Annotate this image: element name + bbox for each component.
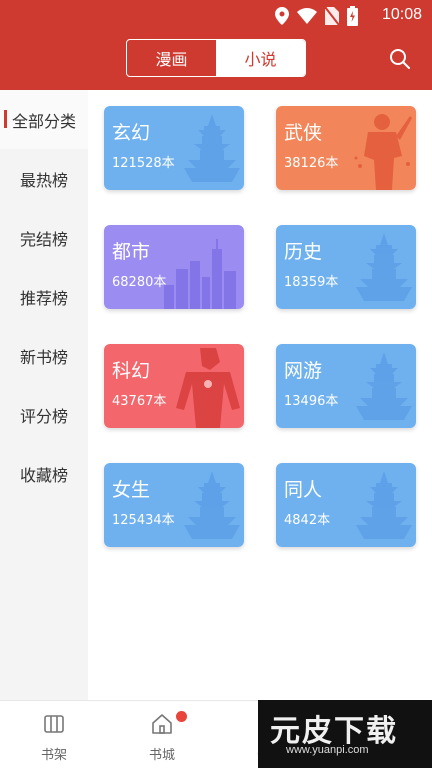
sidebar-item-favorites[interactable]: 收藏榜 <box>0 444 88 503</box>
status-time: 10:08 <box>381 6 422 23</box>
category-count: 43767本 <box>112 394 167 409</box>
no-sim-icon <box>325 7 339 25</box>
battery-charging-icon <box>347 6 358 26</box>
status-icons <box>275 6 358 26</box>
sidebar-item-label: 全部分类 <box>11 111 76 131</box>
nav-label: 书架 <box>40 748 67 763</box>
category-card-dushi[interactable]: 都市 68280本 <box>104 225 244 309</box>
category-title: 同人 <box>284 479 323 501</box>
watermark-overlay: 元皮下载 www.yuanpi.com <box>258 700 432 768</box>
category-card-kehuan[interactable]: 科幻 43767本 <box>104 344 244 428</box>
category-count: 125434本 <box>112 513 175 528</box>
category-title: 武侠 <box>284 122 323 144</box>
category-title: 都市 <box>112 241 151 263</box>
sidebar-item-new-books[interactable]: 新书榜 <box>0 326 88 385</box>
sidebar-item-label: 完结榜 <box>19 229 68 249</box>
notification-badge <box>176 711 187 722</box>
sidebar-item-label: 新书榜 <box>19 347 68 367</box>
category-count: 38126本 <box>284 156 339 171</box>
location-icon <box>275 7 289 25</box>
category-card-wuxia[interactable]: 武侠 38126本 <box>276 106 416 190</box>
content-type-switch: 漫画 小说 <box>126 39 306 77</box>
category-card-wangyou[interactable]: 网游 13496本 <box>276 344 416 428</box>
category-card-xuanhuan[interactable]: 玄幻 121528本 <box>104 106 244 190</box>
wifi-icon <box>297 8 317 24</box>
app-header: 10:08 漫画 小说 <box>0 0 432 90</box>
home-icon <box>152 714 172 734</box>
category-title: 网游 <box>284 360 323 382</box>
sidebar-item-all-categories[interactable]: 全部分类 <box>0 90 88 149</box>
category-title: 女生 <box>112 479 151 501</box>
category-title: 科幻 <box>112 360 151 382</box>
tab-novel[interactable]: 小说 <box>216 40 305 76</box>
tab-manga[interactable]: 漫画 <box>127 40 216 76</box>
category-count: 68280本 <box>112 275 167 290</box>
ranking-sidebar: 全部分类 最热榜 完结榜 推荐榜 新书榜 评分榜 收藏榜 <box>0 90 88 700</box>
sidebar-item-label: 评分榜 <box>19 406 68 426</box>
category-card-lishi[interactable]: 历史 18359本 <box>276 225 416 309</box>
status-bar: 10:08 <box>0 0 432 32</box>
sidebar-item-hottest[interactable]: 最热榜 <box>0 149 88 208</box>
nav-label: 书城 <box>148 748 175 763</box>
sidebar-item-rating[interactable]: 评分榜 <box>0 385 88 444</box>
category-title: 历史 <box>284 241 323 263</box>
bookshelf-icon <box>44 715 64 733</box>
nav-bookstore[interactable]: 书城 <box>108 701 216 768</box>
sidebar-item-recommended[interactable]: 推荐榜 <box>0 267 88 326</box>
category-card-tongren[interactable]: 同人 4842本 <box>276 463 416 547</box>
sidebar-item-label: 最热榜 <box>19 170 68 190</box>
search-icon[interactable] <box>388 47 412 71</box>
nav-bookshelf[interactable]: 书架 <box>0 701 108 768</box>
category-title: 玄幻 <box>112 122 151 144</box>
category-grid: 玄幻 121528本 武侠 38126本 都市 68280本 历史 18359本… <box>88 90 432 700</box>
category-count: 4842本 <box>284 513 331 528</box>
watermark-url: www.yuanpi.com <box>286 744 369 756</box>
category-card-nvsheng[interactable]: 女生 125434本 <box>104 463 244 547</box>
category-count: 13496本 <box>284 394 339 409</box>
sidebar-item-label: 推荐榜 <box>19 288 68 308</box>
category-count: 18359本 <box>284 275 339 290</box>
sidebar-item-label: 收藏榜 <box>19 465 68 485</box>
category-count: 121528本 <box>112 156 175 171</box>
sidebar-item-completed[interactable]: 完结榜 <box>0 208 88 267</box>
